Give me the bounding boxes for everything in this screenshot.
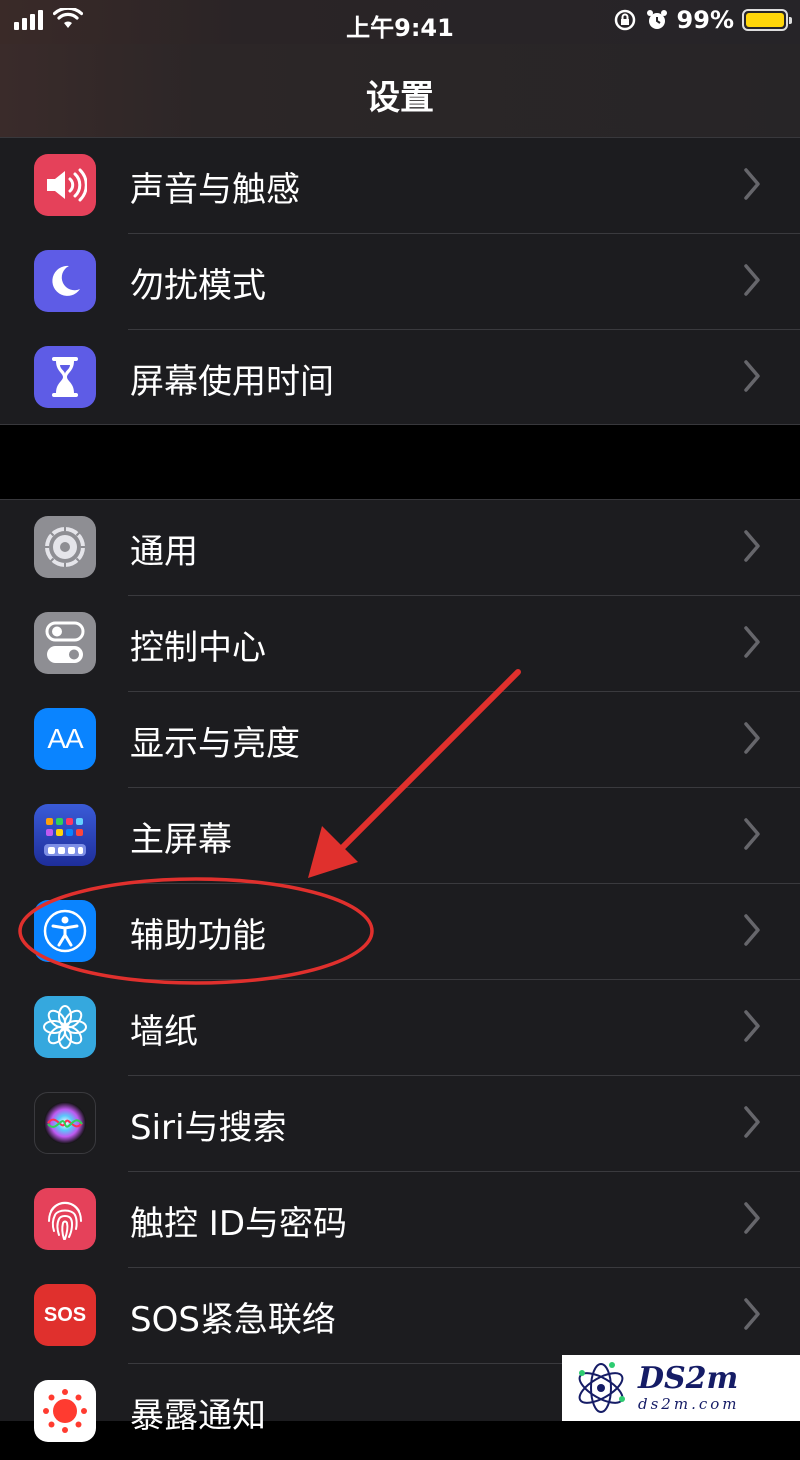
row-label: 声音与触感 [130, 170, 300, 210]
row-label: 暴露通知 [130, 1396, 266, 1436]
row-label: 屏幕使用时间 [130, 362, 334, 402]
row-label: 辅助功能 [130, 916, 266, 956]
settings-row-touch-id-passcode[interactable]: 触控 ID与密码 [0, 1172, 800, 1268]
status-bar: 上午9:41 99% [0, 0, 800, 44]
chevron-right-icon [744, 360, 760, 392]
navigation-bar: 设置 [0, 44, 800, 138]
row-label: 通用 [130, 532, 198, 572]
fingerprint-icon [34, 1188, 96, 1250]
row-label: 控制中心 [130, 628, 266, 668]
row-label: SOS紧急联络 [130, 1300, 336, 1340]
settings-row-general[interactable]: 通用 [0, 500, 800, 596]
chevron-right-icon [744, 530, 760, 562]
chevron-right-icon [744, 914, 760, 946]
settings-row-wallpaper[interactable]: 墙纸 [0, 980, 800, 1076]
siri-icon [34, 1092, 96, 1154]
flower-icon [34, 996, 96, 1058]
status-right: 99% [613, 6, 792, 34]
orientation-lock-icon [614, 9, 635, 31]
settings-row-siri-search[interactable]: Siri与搜索 [0, 1076, 800, 1172]
exposure-icon [34, 1380, 96, 1442]
chevron-right-icon [744, 168, 760, 200]
settings-row-display-brightness[interactable]: AA 显示与亮度 [0, 692, 800, 788]
watermark-text: DS2m ds2m.com [638, 1361, 740, 1414]
sos-icon-text: SOS [43, 1303, 87, 1326]
grid-icon [34, 804, 96, 866]
chevron-right-icon [744, 818, 760, 850]
aa-icon: AA [34, 708, 96, 770]
row-label: 墙纸 [130, 1012, 198, 1052]
settings-row-sounds[interactable]: 声音与触感 [0, 138, 800, 234]
battery-percent: 99% [676, 6, 734, 34]
battery-fill [746, 13, 784, 27]
settings-group-1: 声音与触感 勿扰模式 屏幕使用时间 [0, 138, 800, 424]
page-title: 设置 [366, 78, 434, 118]
settings-row-do-not-disturb[interactable]: 勿扰模式 [0, 234, 800, 330]
watermark: DS2m ds2m.com [562, 1355, 800, 1421]
battery-icon [742, 9, 792, 31]
chevron-right-icon [744, 1298, 760, 1330]
alarm-icon [646, 10, 667, 29]
speaker-icon [34, 154, 96, 216]
chevron-right-icon [744, 1202, 760, 1234]
row-label: 显示与亮度 [130, 724, 300, 764]
settings-row-home-screen[interactable]: 主屏幕 [0, 788, 800, 884]
chevron-right-icon [744, 1106, 760, 1138]
hourglass-icon [34, 346, 96, 408]
toggle-icon [34, 612, 96, 674]
chevron-right-icon [744, 264, 760, 296]
settings-row-control-center[interactable]: 控制中心 [0, 596, 800, 692]
accessibility-icon [34, 900, 96, 962]
aa-icon-text: AA [47, 723, 83, 754]
chevron-right-icon [744, 1010, 760, 1042]
settings-row-emergency-sos[interactable]: SOS SOS紧急联络 [0, 1268, 800, 1364]
moon-icon [34, 250, 96, 312]
gear-icon [34, 516, 96, 578]
row-label: Siri与搜索 [130, 1108, 287, 1148]
settings-row-accessibility[interactable]: 辅助功能 [0, 884, 800, 980]
sos-icon: SOS [34, 1284, 96, 1346]
row-label: 勿扰模式 [130, 266, 266, 306]
row-label: 触控 ID与密码 [130, 1204, 348, 1244]
chevron-right-icon [744, 722, 760, 754]
chevron-right-icon [744, 626, 760, 658]
watermark-sub: ds2m.com [638, 1395, 740, 1413]
atom-logo-icon [578, 1362, 625, 1413]
row-label: 主屏幕 [130, 820, 232, 860]
settings-group-2: 通用 控制中心 AA 显示与亮度 主屏幕 辅助功能 墙纸 Siri与搜索 触控 … [0, 500, 800, 1442]
section-gap [0, 424, 800, 500]
settings-row-screen-time[interactable]: 屏幕使用时间 [0, 330, 800, 426]
watermark-main: DS2m [638, 1361, 739, 1396]
